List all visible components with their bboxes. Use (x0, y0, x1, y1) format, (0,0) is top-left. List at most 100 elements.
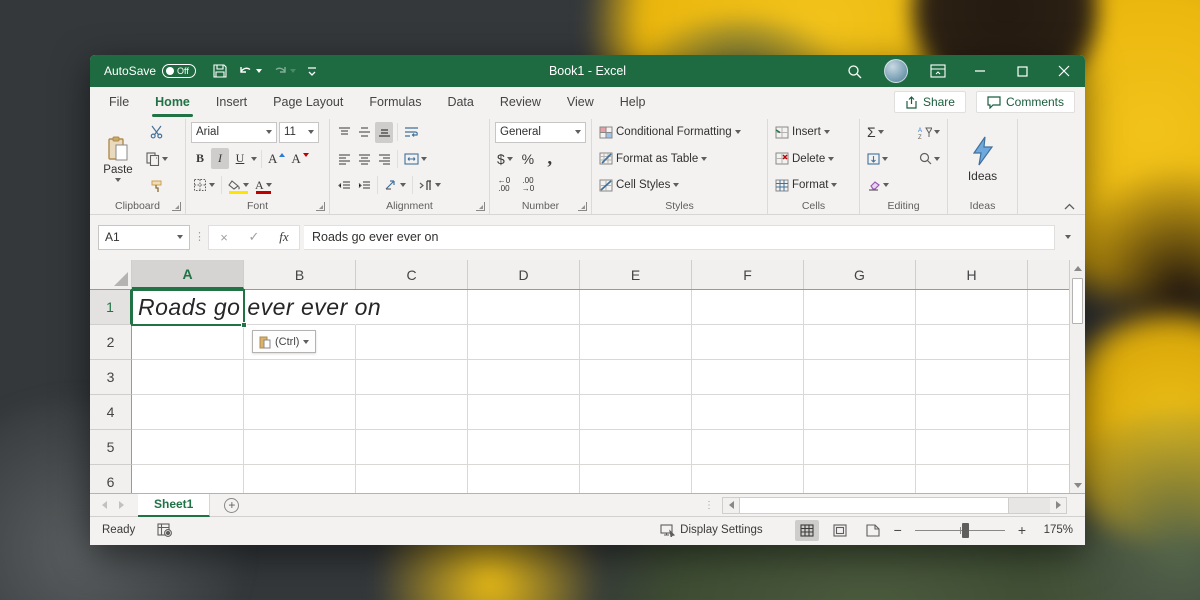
cell-E4[interactable] (580, 395, 692, 430)
font-size-combo[interactable]: 11 (279, 122, 319, 143)
cell-H6[interactable] (916, 465, 1028, 493)
redo-button[interactable] (272, 64, 296, 78)
cell-B3[interactable] (244, 360, 356, 395)
row-header-3[interactable]: 3 (90, 360, 132, 395)
cell-E3[interactable] (580, 360, 692, 395)
cut-button[interactable] (144, 121, 170, 142)
cell-B5[interactable] (244, 430, 356, 465)
comments-button[interactable]: Comments (976, 91, 1075, 113)
cell-E1[interactable] (580, 290, 692, 325)
column-header-H[interactable]: H (916, 260, 1028, 289)
column-header-F[interactable]: F (692, 260, 804, 289)
wrap-text-button[interactable] (402, 122, 421, 143)
column-header-E[interactable]: E (580, 260, 692, 289)
tab-help[interactable]: Help (607, 87, 659, 117)
cell-F5[interactable] (692, 430, 804, 465)
scroll-right-button[interactable] (1050, 498, 1066, 513)
align-center-button[interactable] (355, 148, 373, 169)
delete-cells-button[interactable]: Delete (773, 148, 854, 170)
font-color-button[interactable]: A (253, 175, 274, 196)
comma-style-button[interactable]: , (541, 148, 559, 169)
name-box-dropdown[interactable] (177, 235, 183, 239)
cell-H2[interactable] (916, 325, 1028, 360)
increase-indent-button[interactable] (355, 175, 373, 196)
cell-F3[interactable] (692, 360, 804, 395)
middle-align-button[interactable] (355, 122, 373, 143)
merge-center-button[interactable] (402, 148, 429, 169)
cell-F6[interactable] (692, 465, 804, 493)
row-header-2[interactable]: 2 (90, 325, 132, 360)
new-sheet-button[interactable]: + (224, 498, 239, 513)
previous-sheet-button[interactable] (102, 501, 107, 509)
cell-B6[interactable] (244, 465, 356, 493)
borders-button[interactable] (191, 175, 217, 196)
sheet-splitter[interactable]: ⋮ (704, 500, 714, 511)
percent-style-button[interactable]: % (519, 148, 537, 169)
tab-home[interactable]: Home (142, 87, 203, 117)
cell-C6[interactable] (356, 465, 468, 493)
column-header-G[interactable]: G (804, 260, 916, 289)
orientation-button[interactable] (382, 175, 408, 196)
grow-font-button[interactable]: A (266, 148, 287, 169)
cell-H1[interactable] (916, 290, 1028, 325)
cell-C2[interactable] (356, 325, 468, 360)
column-header-A[interactable]: A (132, 260, 244, 289)
paste-dropdown[interactable] (115, 178, 121, 182)
sheet-tab-sheet1[interactable]: Sheet1 (138, 494, 210, 517)
cell-E2[interactable] (580, 325, 692, 360)
cell-G6[interactable] (804, 465, 916, 493)
autosave-toggle[interactable]: Off (162, 64, 196, 78)
cell-A5[interactable] (132, 430, 244, 465)
font-dialog-launcher[interactable] (316, 202, 325, 211)
ribbon-display-options-button[interactable] (917, 55, 959, 87)
cell-F4[interactable] (692, 395, 804, 430)
clipboard-dialog-launcher[interactable] (172, 202, 181, 211)
top-align-button[interactable] (335, 122, 353, 143)
row-header-5[interactable]: 5 (90, 430, 132, 465)
find-select-button[interactable] (917, 148, 942, 169)
cell-G1[interactable] (804, 290, 916, 325)
account-button[interactable] (875, 55, 917, 87)
horizontal-scroll-thumb[interactable] (739, 498, 1009, 513)
row-header-4[interactable]: 4 (90, 395, 132, 430)
row-header-6[interactable]: 6 (90, 465, 132, 493)
tab-review[interactable]: Review (487, 87, 554, 117)
tab-insert[interactable]: Insert (203, 87, 260, 117)
accounting-format-button[interactable]: $ (495, 148, 515, 169)
insert-function-button[interactable]: fx (269, 229, 299, 245)
bottom-align-button[interactable] (375, 122, 393, 143)
cell-A4[interactable] (132, 395, 244, 430)
sort-filter-button[interactable]: AZ (916, 122, 942, 143)
active-cell-selection[interactable] (131, 289, 245, 326)
normal-view-button[interactable] (795, 520, 819, 541)
cell-C5[interactable] (356, 430, 468, 465)
text-direction-button[interactable] (417, 175, 443, 196)
cell-G5[interactable] (804, 430, 916, 465)
bold-button[interactable]: B (191, 148, 209, 169)
row-header-1[interactable]: 1 (90, 290, 132, 325)
format-cells-button[interactable]: Format (773, 174, 854, 196)
save-button[interactable] (212, 63, 228, 79)
cell-C3[interactable] (356, 360, 468, 395)
cell-D5[interactable] (468, 430, 580, 465)
column-header-D[interactable]: D (468, 260, 580, 289)
cell-E5[interactable] (580, 430, 692, 465)
minimize-button[interactable] (959, 55, 1001, 87)
expand-formula-bar-button[interactable] (1059, 235, 1077, 239)
cell-G4[interactable] (804, 395, 916, 430)
horizontal-scrollbar[interactable] (722, 497, 1067, 514)
underline-dropdown[interactable] (251, 157, 257, 161)
enter-formula-button[interactable]: ✓ (239, 229, 269, 245)
ideas-button[interactable]: Ideas (954, 121, 1012, 197)
scroll-down-button[interactable] (1070, 477, 1085, 493)
zoom-in-button[interactable]: + (1018, 522, 1026, 538)
copy-button[interactable] (144, 148, 170, 169)
align-right-button[interactable] (375, 148, 393, 169)
paste-options-button[interactable]: (Ctrl) (252, 330, 316, 353)
insert-cells-button[interactable]: Insert (773, 121, 854, 143)
undo-button[interactable] (238, 64, 262, 78)
scroll-up-button[interactable] (1070, 260, 1085, 276)
fill-color-button[interactable] (226, 175, 251, 196)
column-header-C[interactable]: C (356, 260, 468, 289)
tab-view[interactable]: View (554, 87, 607, 117)
